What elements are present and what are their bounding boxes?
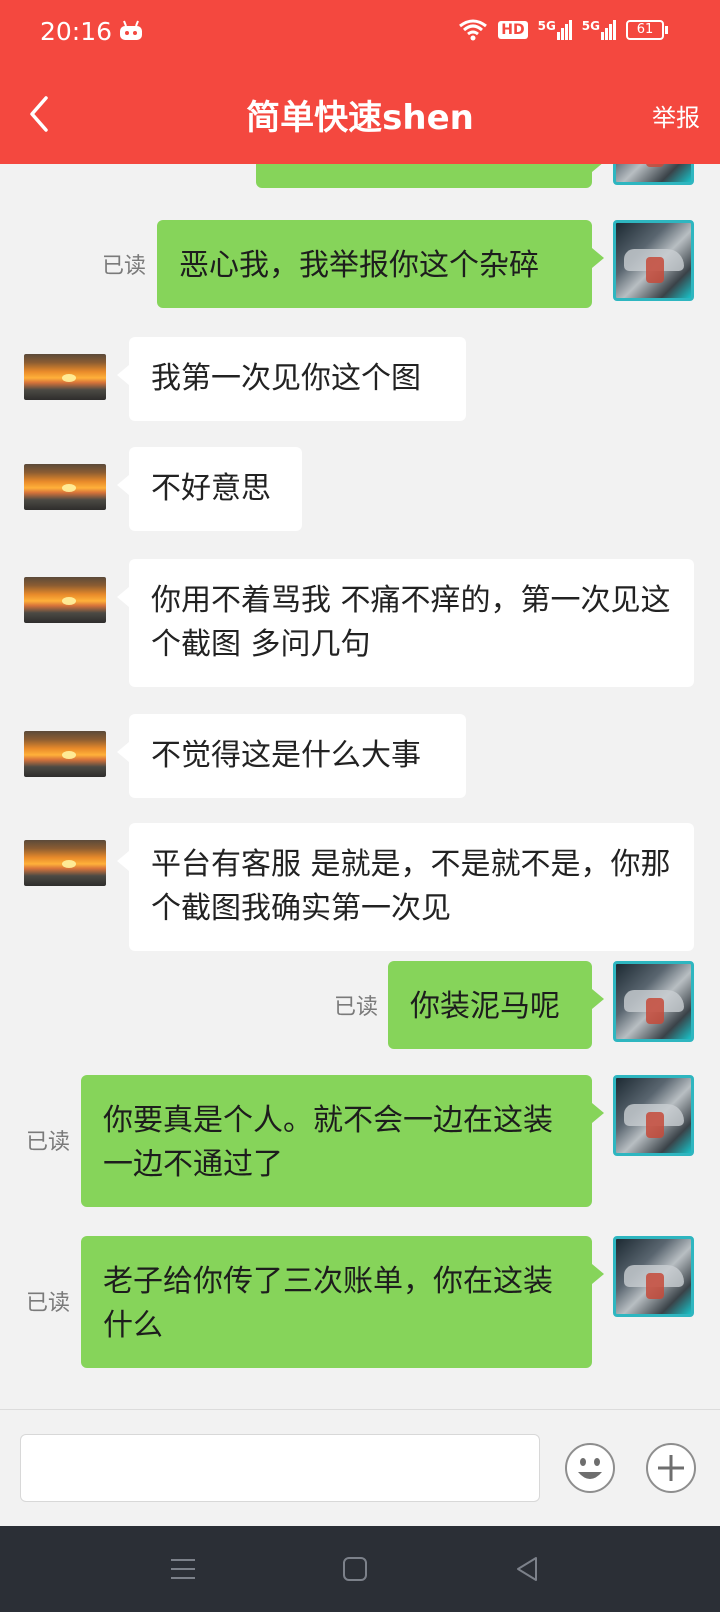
home-icon[interactable] [340,1554,370,1584]
wifi-icon [459,19,488,41]
message-bubble-incoming[interactable]: 不觉得这是什么大事 [117,714,466,798]
battery-level: 61 [626,20,664,40]
network-label-2: 5G [581,19,600,33]
contact-avatar[interactable] [24,577,106,623]
message-bubble-outgoing[interactable]: 恶心我，我举报你这个杂碎 [157,220,604,308]
message-text: 恶心我，我举报你这个杂碎 [179,248,539,283]
message-text: 你用不着骂我 不痛不痒的，第一次见这个截图 多问几句 [151,583,671,662]
my-avatar[interactable] [613,220,694,301]
contact-avatar[interactable] [24,354,106,400]
signal-5g-2: 5G [582,20,616,40]
system-icons: HD 5G 5G 61 [458,18,668,42]
message-input[interactable] [20,1434,540,1502]
message-text: 不觉得这是什么大事 [151,738,421,773]
my-avatar[interactable] [613,164,694,185]
message-bubble-outgoing[interactable]: 老子给你传了三次账单，你在这装什么 [81,1236,604,1368]
contact-avatar[interactable] [24,731,106,777]
back-triangle-icon[interactable] [512,1554,542,1584]
status-time: 20:16 [40,17,113,46]
contact-avatar[interactable] [24,840,106,886]
plus-icon[interactable] [645,1442,697,1494]
battery-icon: 61 [626,20,668,40]
read-status: 已读 [102,254,147,279]
emoji-icon[interactable] [564,1442,616,1494]
signal-5g-1: 5G [538,20,572,40]
my-avatar[interactable] [613,961,694,1042]
status-bar: 20:16 HD 5G 5G 61 [0,0,720,64]
read-status: 已读 [26,1130,71,1155]
message-bubble-outgoing[interactable]: 你要真是个人。就不会一边在这装一边不通过了 [81,1075,604,1207]
hd-badge: HD [498,21,528,39]
contact-avatar[interactable] [24,464,106,510]
message-bubble-outgoing[interactable]: 你装泥马呢 [388,961,604,1049]
message-bubble-incoming[interactable]: 不好意思 [117,447,302,531]
message-bubble-incoming[interactable]: 你用不着骂我 不痛不痒的，第一次见这个截图 多问几句 [117,559,694,687]
report-button[interactable]: 举报 [652,98,700,133]
message-bubble-partial[interactable] [256,164,604,188]
message-bubble-incoming[interactable]: 我第一次见你这个图 [117,337,466,421]
robot-icon [120,20,142,40]
message-text: 我第一次见你这个图 [151,361,421,396]
input-bar [0,1409,720,1527]
message-text: 老子给你传了三次账单，你在这装什么 [103,1264,553,1343]
message-bubble-incoming[interactable]: 平台有客服 是就是，不是就不是，你那个截图我确实第一次见 [117,823,694,951]
message-text: 平台有客服 是就是，不是就不是，你那个截图我确实第一次见 [151,847,671,926]
message-text: 你装泥马呢 [410,989,560,1024]
message-text: 你要真是个人。就不会一边在这装一边不通过了 [103,1103,553,1182]
chat-area[interactable]: 已读 恶心我，我举报你这个杂碎 我第一次见你这个图 不好意思 你用不着骂我 不痛… [0,164,720,1409]
title-bar: 简单快速shen 举报 [0,64,720,164]
read-status: 已读 [334,995,379,1020]
network-label-1: 5G [537,19,556,33]
my-avatar[interactable] [613,1075,694,1156]
page-title: 简单快速shen [246,98,474,138]
read-status: 已读 [26,1291,71,1316]
my-avatar[interactable] [613,1236,694,1317]
system-nav-bar [0,1526,720,1612]
message-text: 不好意思 [151,471,271,506]
menu-icon[interactable] [168,1554,198,1584]
